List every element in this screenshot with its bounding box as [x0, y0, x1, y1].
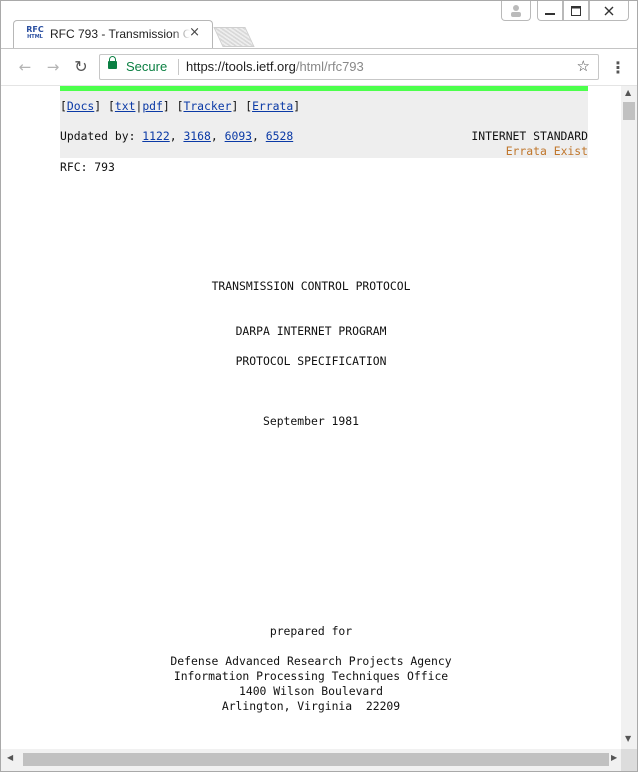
tab-title: RFC 793 - Transmission C	[50, 27, 190, 41]
updated-by-line: Updated by: 1122, 3168, 6093, 6528	[60, 129, 294, 143]
browser-window: RFC HTML RFC 793 - Transmission C × ← → …	[0, 0, 638, 772]
maximize-button[interactable]	[563, 1, 589, 21]
tab-close-icon[interactable]: ×	[189, 26, 200, 40]
scrollbar-corner	[621, 749, 637, 771]
tab-strip: RFC HTML RFC 793 - Transmission C ×	[1, 1, 637, 48]
doc-spec: PROTOCOL SPECIFICATION	[235, 354, 387, 368]
doc-date: September 1981	[262, 414, 359, 428]
user-icon	[511, 5, 521, 17]
vertical-scroll-thumb[interactable]	[623, 102, 635, 120]
agency-line: Defense Advanced Research Projects Agenc…	[170, 654, 452, 668]
updated-by-label: Updated by:	[60, 129, 143, 143]
browser-menu-icon[interactable]: ⋮	[610, 58, 626, 78]
lock-icon	[108, 56, 117, 69]
horizontal-scrollbar[interactable]: ◀ ▶	[1, 749, 621, 771]
tracker-link[interactable]: Tracker	[183, 99, 231, 113]
bookmark-star-icon[interactable]: ☆	[577, 57, 590, 75]
doc-program: DARPA INTERNET PROGRAM	[235, 324, 387, 338]
vertical-scrollbar[interactable]: ▲ ▼	[621, 86, 637, 749]
scroll-right-icon[interactable]: ▶	[611, 753, 617, 762]
forward-arrow-icon[interactable]: →	[43, 57, 63, 77]
rfc-favicon-icon: RFC HTML	[26, 25, 44, 41]
back-arrow-icon[interactable]: ←	[15, 57, 35, 77]
url-host: https://tools.ietf.org	[186, 59, 296, 74]
street-line: 1400 Wilson Boulevard	[238, 684, 383, 698]
scroll-up-icon[interactable]: ▲	[625, 88, 631, 97]
updated-by-link[interactable]: 6528	[266, 129, 293, 143]
prepared-for: prepared for	[269, 624, 353, 638]
omnibox-divider	[178, 59, 179, 75]
doc-title: TRANSMISSION CONTROL PROTOCOL	[211, 279, 411, 293]
doc-nav-links: [Docs] [txt|pdf] [Tracker] [Errata]	[60, 99, 301, 113]
minimize-button[interactable]	[537, 1, 563, 21]
errata-link[interactable]: Errata	[252, 99, 293, 113]
scroll-down-icon[interactable]: ▼	[625, 734, 631, 743]
url-path: /html/rfc793	[295, 59, 364, 74]
reload-icon[interactable]: ↻	[71, 57, 91, 77]
status-label: INTERNET STANDARD	[471, 129, 588, 143]
office-line: Information Processing Techniques Office	[173, 669, 449, 683]
txt-link[interactable]: txt	[115, 99, 136, 113]
docs-link[interactable]: Docs	[67, 99, 94, 113]
url-text[interactable]: https://tools.ietf.org/html/rfc793	[186, 59, 364, 74]
secure-label: Secure	[126, 59, 168, 74]
scroll-left-icon[interactable]: ◀	[7, 753, 13, 762]
updated-by-link[interactable]: 6093	[225, 129, 252, 143]
pdf-link[interactable]: pdf	[142, 99, 163, 113]
new-tab-button[interactable]	[213, 27, 255, 47]
errata-exist-label: Errata Exist	[505, 144, 588, 158]
close-icon	[604, 6, 614, 16]
rfc-number: RFC: 793	[60, 160, 115, 174]
window-close-button[interactable]	[589, 1, 629, 21]
rfc-header-box: [Docs] [txt|pdf] [Tracker] [Errata] Upda…	[60, 86, 588, 158]
updated-by-link[interactable]: 1122	[142, 129, 169, 143]
tab-rfc793[interactable]: RFC HTML RFC 793 - Transmission C ×	[13, 20, 213, 48]
page-viewport: [Docs] [txt|pdf] [Tracker] [Errata] Upda…	[1, 86, 621, 749]
maximize-icon	[571, 6, 581, 16]
horizontal-scroll-thumb[interactable]	[23, 753, 609, 766]
address-bar[interactable]: Secure https://tools.ietf.org/html/rfc79…	[99, 54, 599, 80]
city-line: Arlington, Virginia 22209	[221, 699, 401, 713]
browser-toolbar: ← → ↻ Secure https://tools.ietf.org/html…	[1, 48, 637, 86]
updated-by-link[interactable]: 3168	[183, 129, 210, 143]
profile-button[interactable]	[501, 1, 531, 21]
minimize-icon	[545, 13, 555, 15]
